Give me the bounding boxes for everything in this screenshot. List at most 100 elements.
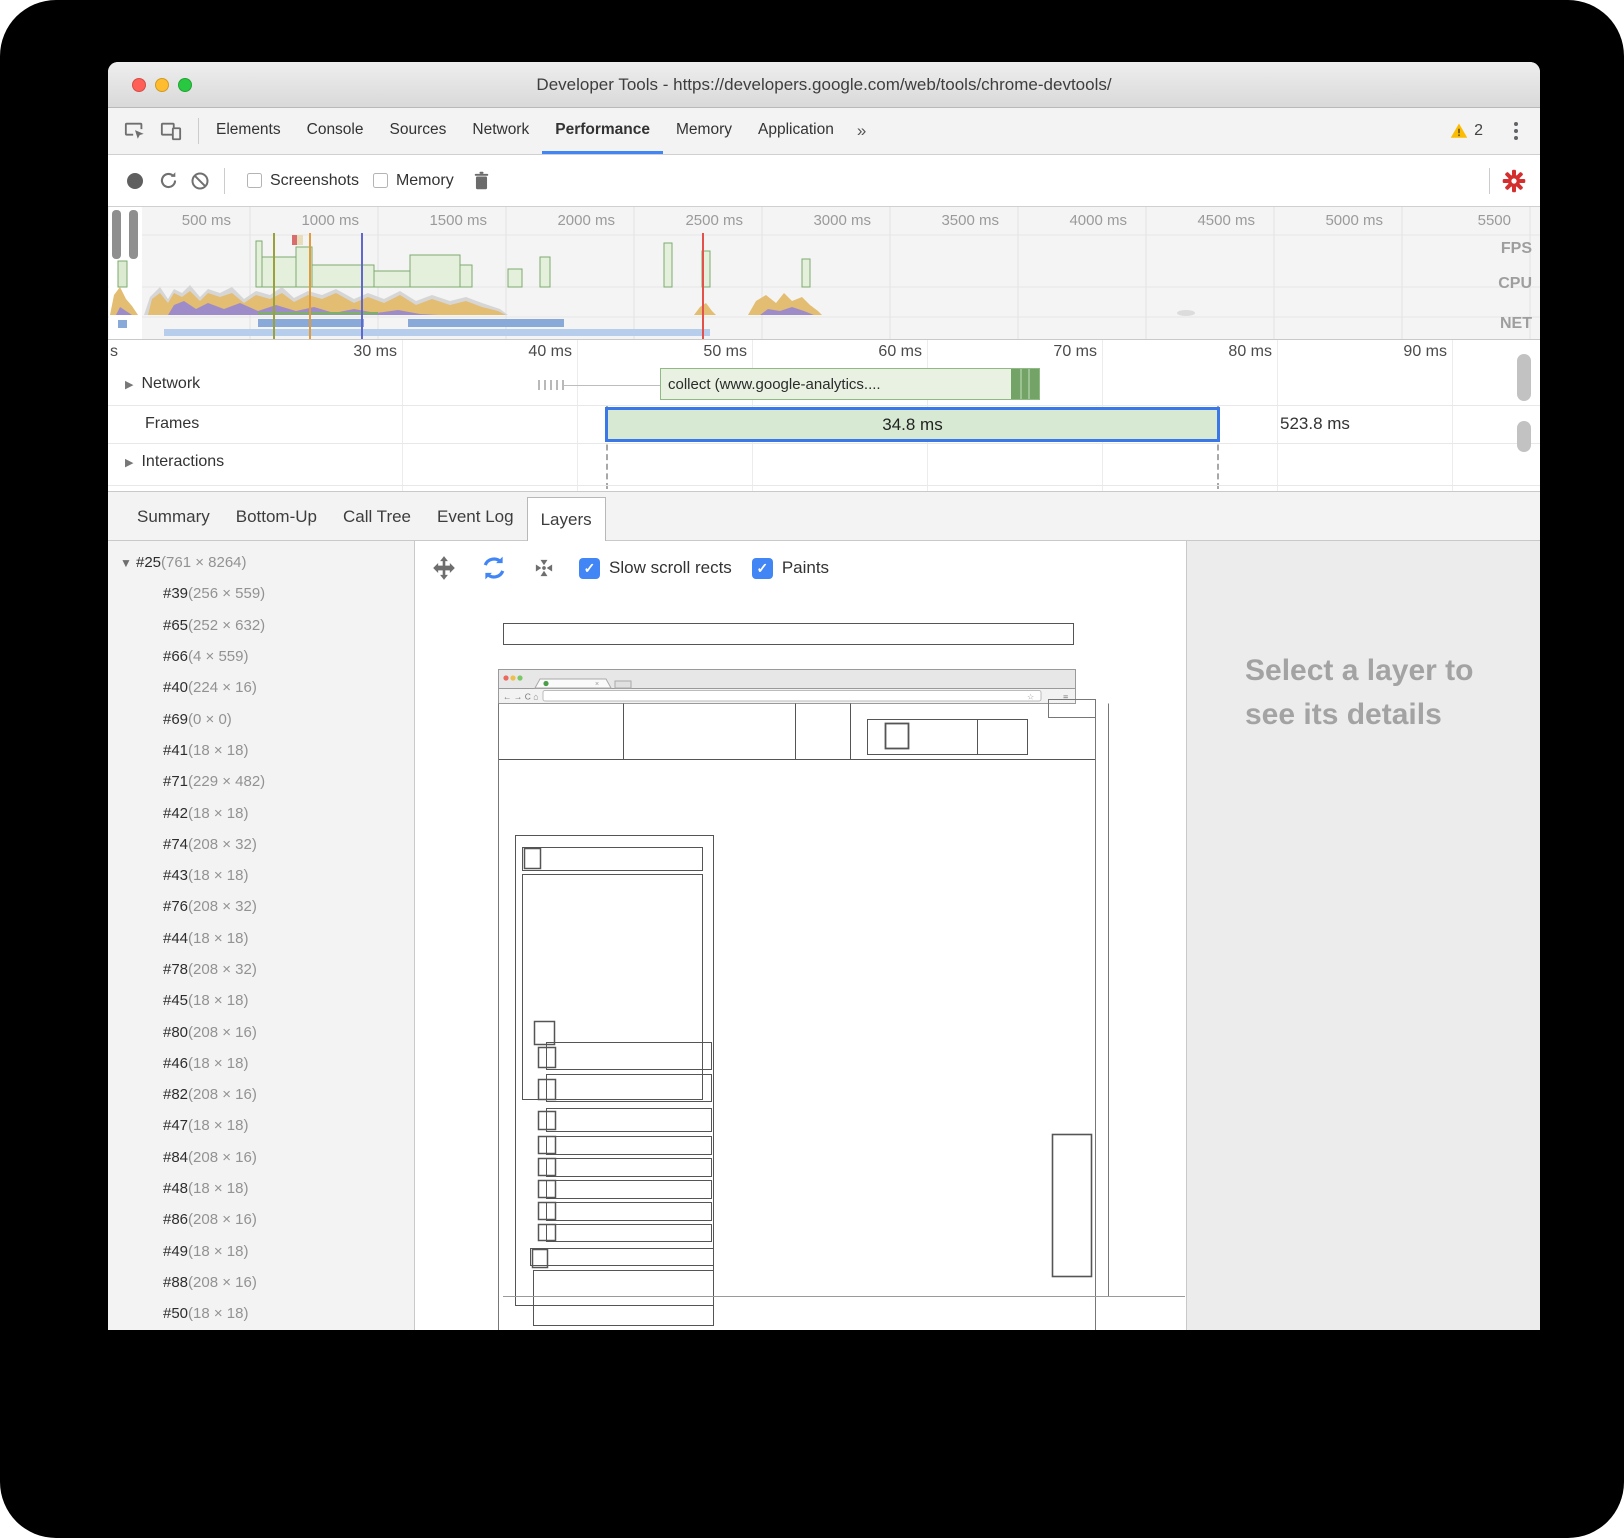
- layer-tree-item[interactable]: #49(18 × 18): [108, 1236, 414, 1267]
- pan-mode-icon[interactable]: [429, 553, 459, 583]
- panel-tab[interactable]: Elements: [203, 108, 294, 154]
- interactions-track[interactable]: ▶Interactions: [108, 444, 1540, 486]
- layer-id: #40: [163, 679, 188, 696]
- titlebar[interactable]: Developer Tools - https://developers.goo…: [108, 62, 1540, 108]
- layer-tree-item[interactable]: #78(208 × 32): [108, 954, 414, 985]
- panel-tab[interactable]: Application: [745, 108, 847, 154]
- ruler-label: 70 ms: [928, 340, 1103, 366]
- slow-scroll-rects-checkbox[interactable]: ✓: [579, 558, 600, 579]
- record-button[interactable]: [127, 173, 143, 189]
- layer-id: #78: [163, 961, 188, 978]
- layer-tree-item[interactable]: ▼ #25(761 × 8264): [108, 547, 414, 578]
- frames-track[interactable]: Frames 34.8 ms 523.8 ms: [108, 406, 1540, 444]
- capture-settings-gear-icon[interactable]: [1498, 165, 1530, 197]
- timeline-overview[interactable]: 500 ms1000 ms1500 ms2000 ms2500 ms3000 m…: [108, 207, 1540, 340]
- panel-tab[interactable]: Performance: [542, 108, 663, 154]
- timeline-detail[interactable]: s 30 ms40 ms50 ms60 ms70 ms80 ms90 ms ▶N…: [108, 340, 1540, 492]
- layer-size: (256 × 559): [188, 585, 265, 602]
- layer-tree-item[interactable]: #76(208 × 32): [108, 891, 414, 922]
- ruler-label: 50 ms: [578, 340, 753, 366]
- layers-wireframe[interactable]: × ← → C ⌂ ☆ ≡: [415, 541, 1185, 1330]
- layer-tree-item[interactable]: #84(208 × 16): [108, 1142, 414, 1173]
- drawer-tab[interactable]: Call Tree: [330, 493, 424, 540]
- layer-tree-item[interactable]: #50(18 × 18): [108, 1298, 414, 1329]
- layer-tree-item[interactable]: #48(18 × 18): [108, 1173, 414, 1204]
- layer-tree-item[interactable]: #82(208 × 16): [108, 1079, 414, 1110]
- panel-tab[interactable]: Memory: [663, 108, 745, 154]
- drawer-tab[interactable]: Event Log: [424, 493, 527, 540]
- zoom-window-button[interactable]: [178, 78, 192, 92]
- paints-control[interactable]: ✓ Paints: [752, 558, 829, 579]
- layer-tree-item[interactable]: #65(252 × 632): [108, 610, 414, 641]
- layer-id: #80: [163, 1024, 188, 1041]
- layer-id: #71: [163, 773, 188, 790]
- trash-icon[interactable]: [466, 165, 498, 197]
- layer-tree-item[interactable]: #46(18 × 18): [108, 1048, 414, 1079]
- layer-tree-item[interactable]: #42(18 × 18): [108, 797, 414, 828]
- layers-3d-view[interactable]: ✓ Slow scroll rects ✓ Paints: [415, 541, 1186, 1330]
- layer-tree-item[interactable]: #88(208 × 16): [108, 1267, 414, 1298]
- more-tabs-button[interactable]: »: [847, 108, 876, 154]
- clear-recording-icon[interactable]: [184, 165, 216, 197]
- layer-details-empty-message: Select a layer to see its details: [1245, 649, 1475, 738]
- layer-id: #25: [136, 554, 161, 571]
- layer-tree-item[interactable]: #86(208 × 16): [108, 1204, 414, 1235]
- devtools-window: Developer Tools - https://developers.goo…: [108, 62, 1540, 1330]
- screenshot-backdrop: Developer Tools - https://developers.goo…: [0, 0, 1624, 1538]
- panel-tab[interactable]: Sources: [377, 108, 460, 154]
- svg-text:← → C ⌂: ← → C ⌂: [503, 692, 538, 702]
- rotate-mode-icon[interactable]: [479, 553, 509, 583]
- device-toolbar-icon[interactable]: [156, 116, 186, 146]
- inspect-element-icon[interactable]: [120, 116, 150, 146]
- minimize-window-button[interactable]: [155, 78, 169, 92]
- layer-tree-item[interactable]: #45(18 × 18): [108, 985, 414, 1016]
- scrollbar-thumb[interactable]: [1517, 421, 1531, 452]
- screenshots-checkbox[interactable]: [247, 173, 262, 188]
- panel-tab[interactable]: Network: [459, 108, 542, 154]
- slow-scroll-rects-control[interactable]: ✓ Slow scroll rects: [579, 558, 732, 579]
- disclosure-triangle-icon[interactable]: ▶: [125, 378, 133, 391]
- drawer-tab[interactable]: Bottom-Up: [223, 493, 330, 540]
- layer-id: #76: [163, 898, 188, 915]
- reset-view-icon[interactable]: [529, 553, 559, 583]
- layer-tree-item[interactable]: #69(0 × 0): [108, 703, 414, 734]
- network-request-bar[interactable]: collect (www.google-analytics....: [660, 368, 1040, 400]
- memory-checkbox[interactable]: [373, 173, 388, 188]
- layer-tree-item[interactable]: #40(224 × 16): [108, 672, 414, 703]
- close-window-button[interactable]: [132, 78, 146, 92]
- reload-and-profile-icon[interactable]: [152, 165, 184, 197]
- kebab-menu-icon[interactable]: [1502, 122, 1530, 140]
- layer-id: #66: [163, 648, 188, 665]
- scrollbar-thumb[interactable]: [1517, 354, 1531, 401]
- layer-tree-item[interactable]: #39(256 × 559): [108, 578, 414, 609]
- cpu-lane-label: CPU: [1498, 275, 1532, 293]
- layer-tree-item[interactable]: #41(18 × 18): [108, 735, 414, 766]
- console-warnings-button[interactable]: 2: [1440, 122, 1493, 140]
- layer-tree-item[interactable]: #74(208 × 32): [108, 829, 414, 860]
- frames-track-label: Frames: [145, 415, 199, 433]
- devtools-tabbar: ElementsConsoleSourcesNetworkPerformance…: [108, 108, 1540, 155]
- layer-tree-item[interactable]: #44(18 × 18): [108, 923, 414, 954]
- drawer-tab[interactable]: Summary: [124, 493, 223, 540]
- overview-time-label: 5000 ms: [1260, 212, 1388, 229]
- panel-tab[interactable]: Console: [294, 108, 377, 154]
- paints-checkbox[interactable]: ✓: [752, 558, 773, 579]
- ruler-label: 40 ms: [403, 340, 578, 366]
- svg-text:×: ×: [595, 681, 599, 688]
- layer-tree-item[interactable]: #71(229 × 482): [108, 766, 414, 797]
- layer-size: (761 × 8264): [161, 554, 246, 571]
- layer-id: #49: [163, 1243, 188, 1260]
- layer-id: #41: [163, 742, 188, 759]
- layer-tree-item[interactable]: #80(208 × 16): [108, 1016, 414, 1047]
- layer-size: (18 × 18): [188, 867, 248, 884]
- expand-arrow-icon[interactable]: ▼: [120, 556, 136, 570]
- overview-time-label: 3500 ms: [876, 212, 1004, 229]
- svg-text:≡: ≡: [1063, 693, 1068, 703]
- layer-tree-item[interactable]: #43(18 × 18): [108, 860, 414, 891]
- network-track[interactable]: ▶Network collect (www.google-analytics..…: [108, 366, 1540, 406]
- layer-tree-item[interactable]: #66(4 × 559): [108, 641, 414, 672]
- disclosure-triangle-icon[interactable]: ▶: [125, 456, 133, 469]
- layer-tree-item[interactable]: #47(18 × 18): [108, 1110, 414, 1141]
- drawer-tab[interactable]: Layers: [527, 497, 606, 541]
- selected-frame[interactable]: 34.8 ms: [605, 407, 1220, 442]
